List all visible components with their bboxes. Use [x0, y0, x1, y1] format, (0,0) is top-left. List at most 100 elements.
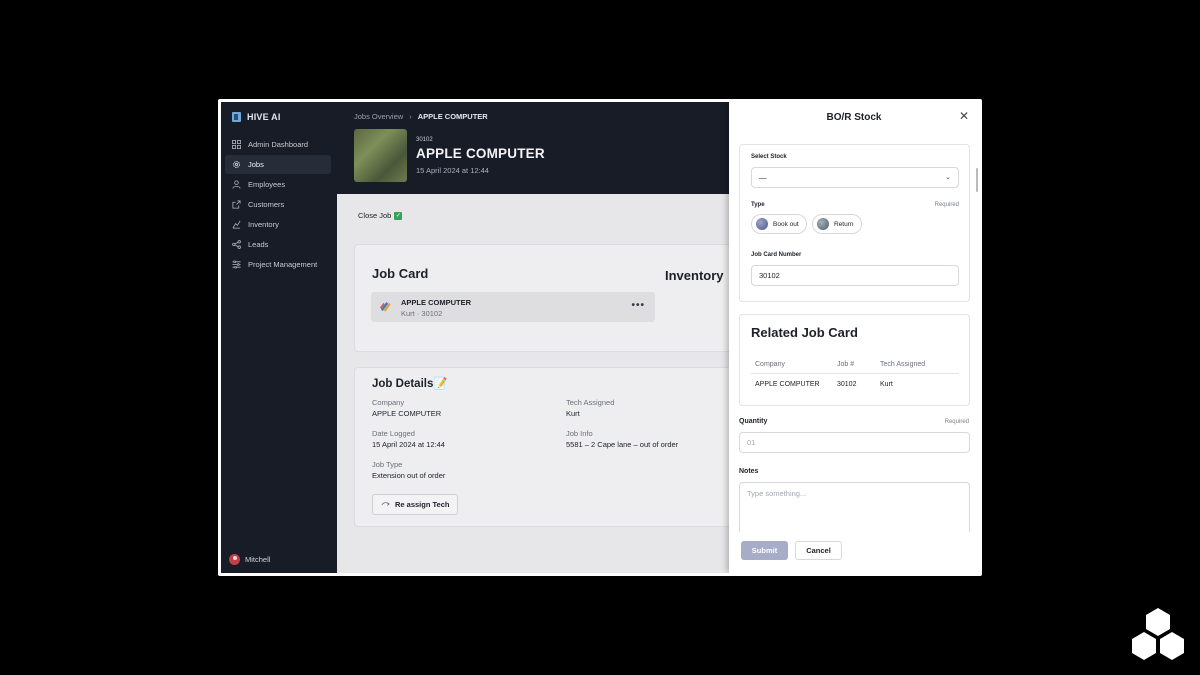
company-logo-icon: [379, 300, 392, 313]
sidebar-item-jobs[interactable]: Jobs: [225, 155, 331, 174]
sidebar-item-label: Customers: [248, 200, 285, 209]
breadcrumb: Jobs Overview › APPLE COMPUTER: [354, 112, 488, 121]
submit-button[interactable]: Submit: [741, 541, 788, 560]
table-cell: 30102: [837, 380, 857, 388]
hive-logo-icon: [232, 112, 241, 122]
notes-field[interactable]: Type something...: [739, 482, 970, 538]
user-menu[interactable]: Mitchell: [229, 554, 270, 565]
table-cell: APPLE COMPUTER: [755, 380, 820, 388]
modal-scrollbar[interactable]: [976, 168, 978, 192]
stock-form-section: Select Stock — ⌄ Type Required Book out …: [739, 144, 970, 302]
reassign-tech-button[interactable]: Re assign Tech: [372, 494, 459, 515]
sidebar-item-label: Leads: [248, 240, 269, 249]
sidebar-item-label: Employees: [248, 180, 286, 189]
screen-frame: HIVE AI Admin Dashboard Jobs Employees C…: [218, 99, 982, 576]
page-title: APPLE COMPUTER: [416, 146, 545, 161]
check-mark-icon: ✓: [394, 211, 403, 220]
app-window: HIVE AI Admin Dashboard Jobs Employees C…: [221, 102, 979, 573]
sidebar-item-project-management[interactable]: Project Management: [225, 255, 331, 274]
breadcrumb-current: APPLE COMPUTER: [417, 112, 488, 121]
breadcrumb-separator-icon: ›: [409, 112, 412, 121]
table-row[interactable]: APPLE COMPUTER 30102 Kurt: [751, 374, 959, 394]
quantity-field[interactable]: 01: [739, 432, 970, 453]
job-card-number-label: Job Card Number: [751, 252, 802, 258]
column-header: Tech Assigned: [880, 360, 926, 368]
sidebar-item-employees[interactable]: Employees: [225, 175, 331, 194]
job-info-value: 5581 – 2 Cape lane – out of order: [566, 440, 679, 449]
related-job-card-heading: Related Job Card: [751, 325, 858, 340]
gear-icon: [232, 160, 241, 169]
modal-footer: Submit Cancel: [729, 532, 979, 573]
swap-icon: [381, 500, 390, 509]
job-thumbnail: [354, 129, 407, 182]
user-name: Mitchell: [245, 555, 271, 564]
grid-icon: [232, 140, 241, 149]
select-stock-label: Select Stock: [751, 154, 787, 160]
company-value: APPLE COMPUTER: [372, 409, 442, 418]
bor-stock-modal: BO/R Stock ✕ Select Stock — ⌄ Type Requi…: [729, 102, 979, 573]
quantity-required-note: Required: [944, 419, 969, 425]
related-job-card-section: Related Job Card Company Job # Tech Assi…: [739, 314, 970, 406]
column-header: Job #: [837, 360, 855, 368]
sidebar-item-customers[interactable]: Customers: [225, 195, 331, 214]
breadcrumb-jobs-overview[interactable]: Jobs Overview: [354, 112, 403, 121]
person-icon: [232, 180, 241, 189]
notes-label: Notes: [739, 468, 759, 475]
type-option-return[interactable]: Return: [812, 214, 862, 234]
close-job-button[interactable]: Close Job ✓: [358, 211, 403, 220]
inventory-heading: Inventory: [665, 268, 724, 283]
company-label: Company: [372, 398, 405, 407]
share-icon: [232, 200, 241, 209]
date-logged-value: 15 April 2024 at 12:44: [372, 440, 445, 449]
type-option-book-out[interactable]: Book out: [751, 214, 807, 234]
sliders-icon: [232, 260, 241, 269]
sidebar-item-label: Jobs: [248, 160, 264, 169]
brand-name: HIVE AI: [247, 112, 281, 122]
chart-icon: [232, 220, 241, 229]
cancel-button[interactable]: Cancel: [795, 541, 842, 560]
table-cell: Kurt: [880, 380, 893, 388]
type-option-label: Book out: [773, 220, 799, 228]
job-type-value: Extension out of order: [372, 471, 446, 480]
job-card-heading: Job Card: [372, 266, 429, 281]
sidebar-item-admin-dashboard[interactable]: Admin Dashboard: [225, 135, 331, 154]
close-job-label: Close Job: [358, 211, 392, 220]
job-date: 15 April 2024 at 12:44: [416, 166, 489, 175]
sidebar-item-label: Inventory: [248, 220, 279, 229]
radio-icon: [756, 218, 768, 230]
reassign-tech-label: Re assign Tech: [395, 500, 450, 509]
company-name: APPLE COMPUTER: [401, 298, 472, 307]
date-logged-label: Date Logged: [372, 429, 415, 438]
table-header-row: Company Job # Tech Assigned: [751, 355, 959, 374]
job-card-number-field[interactable]: 30102: [751, 265, 959, 286]
sidebar-item-label: Project Management: [248, 260, 318, 269]
job-info-label: Job Info: [566, 429, 593, 438]
sidebar-item-label: Admin Dashboard: [248, 140, 309, 149]
job-details-heading: Job Details📝: [372, 378, 448, 390]
modal-title: BO/R Stock: [826, 112, 882, 123]
brand[interactable]: HIVE AI: [232, 112, 281, 122]
chevron-down-icon: ⌄: [945, 174, 951, 181]
select-stock-value: —: [759, 173, 767, 182]
company-subtitle: Kurt · 30102: [401, 309, 443, 318]
job-number: 30102: [416, 137, 433, 143]
sidebar-item-inventory[interactable]: Inventory: [225, 215, 331, 234]
radio-icon: [817, 218, 829, 230]
more-options-icon[interactable]: •••: [631, 300, 645, 311]
type-required-note: Required: [934, 202, 959, 208]
sidebar-item-leads[interactable]: Leads: [225, 235, 331, 254]
related-job-card-table: Company Job # Tech Assigned APPLE COMPUT…: [751, 355, 959, 394]
sidebar: HIVE AI Admin Dashboard Jobs Employees C…: [221, 102, 337, 573]
sidebar-nav: Admin Dashboard Jobs Employees Customers…: [225, 135, 331, 275]
close-icon[interactable]: ✕: [959, 110, 969, 122]
company-row[interactable]: APPLE COMPUTER Kurt · 30102 •••: [371, 292, 655, 322]
tech-assigned-label: Tech Assigned: [566, 398, 615, 407]
type-option-label: Return: [834, 220, 854, 228]
type-label: Type: [751, 202, 765, 208]
select-stock-dropdown[interactable]: — ⌄: [751, 167, 959, 188]
column-header: Company: [755, 360, 785, 368]
tech-assigned-value: Kurt: [566, 409, 580, 418]
nodes-icon: [232, 240, 241, 249]
avatar: [229, 554, 240, 565]
job-type-label: Job Type: [372, 460, 403, 469]
